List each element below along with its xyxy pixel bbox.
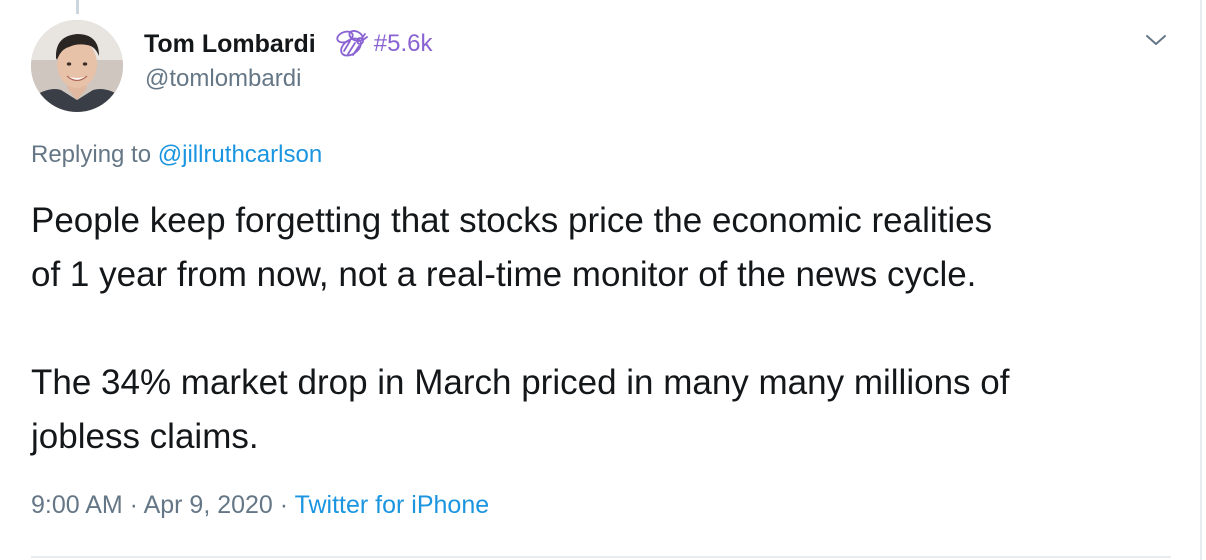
chevron-down-icon[interactable] xyxy=(1142,28,1170,52)
tweet-card: Tom Lombardi #5.6k @tomlombardi Replying… xyxy=(0,0,1202,560)
tweet-line: People keep forgetting that stocks price… xyxy=(31,201,993,240)
reply-mention-link[interactable]: @jillruthcarlson xyxy=(158,141,322,168)
tweet-paragraph: People keep forgetting that stocks price… xyxy=(31,194,1181,302)
tweet-line: jobless claims. xyxy=(31,417,259,456)
bee-icon xyxy=(334,29,368,59)
author-display-name[interactable]: Tom Lombardi xyxy=(144,30,316,59)
tweet-text: People keep forgetting that stocks price… xyxy=(31,194,1181,464)
tweet-date[interactable]: Apr 9, 2020 xyxy=(144,491,273,519)
meta-separator: · xyxy=(272,491,295,519)
avatar[interactable] xyxy=(31,20,123,112)
divider xyxy=(31,556,1171,558)
author-handle[interactable]: @tomlombardi xyxy=(145,65,301,93)
follower-badge-text[interactable]: #5.6k xyxy=(374,30,433,58)
replying-to-prefix: Replying to xyxy=(31,141,158,168)
avatar-image xyxy=(31,20,123,112)
tweet-source-link[interactable]: Twitter for iPhone xyxy=(295,491,490,519)
author-name-row: Tom Lombardi #5.6k xyxy=(144,27,432,61)
tweet-line: of 1 year from now, not a real-time moni… xyxy=(31,255,977,294)
tweet-metadata: 9:00 AM · Apr 9, 2020 · Twitter for iPho… xyxy=(31,491,489,520)
tweet-time[interactable]: 9:00 AM xyxy=(31,491,123,519)
replying-to-line: Replying to @jillruthcarlson xyxy=(31,141,322,169)
tweet-paragraph: The 34% market drop in March priced in m… xyxy=(31,356,1181,464)
meta-separator: · xyxy=(122,491,144,519)
thread-connector-line xyxy=(76,0,79,14)
tweet-line: The 34% market drop in March priced in m… xyxy=(31,363,1010,402)
